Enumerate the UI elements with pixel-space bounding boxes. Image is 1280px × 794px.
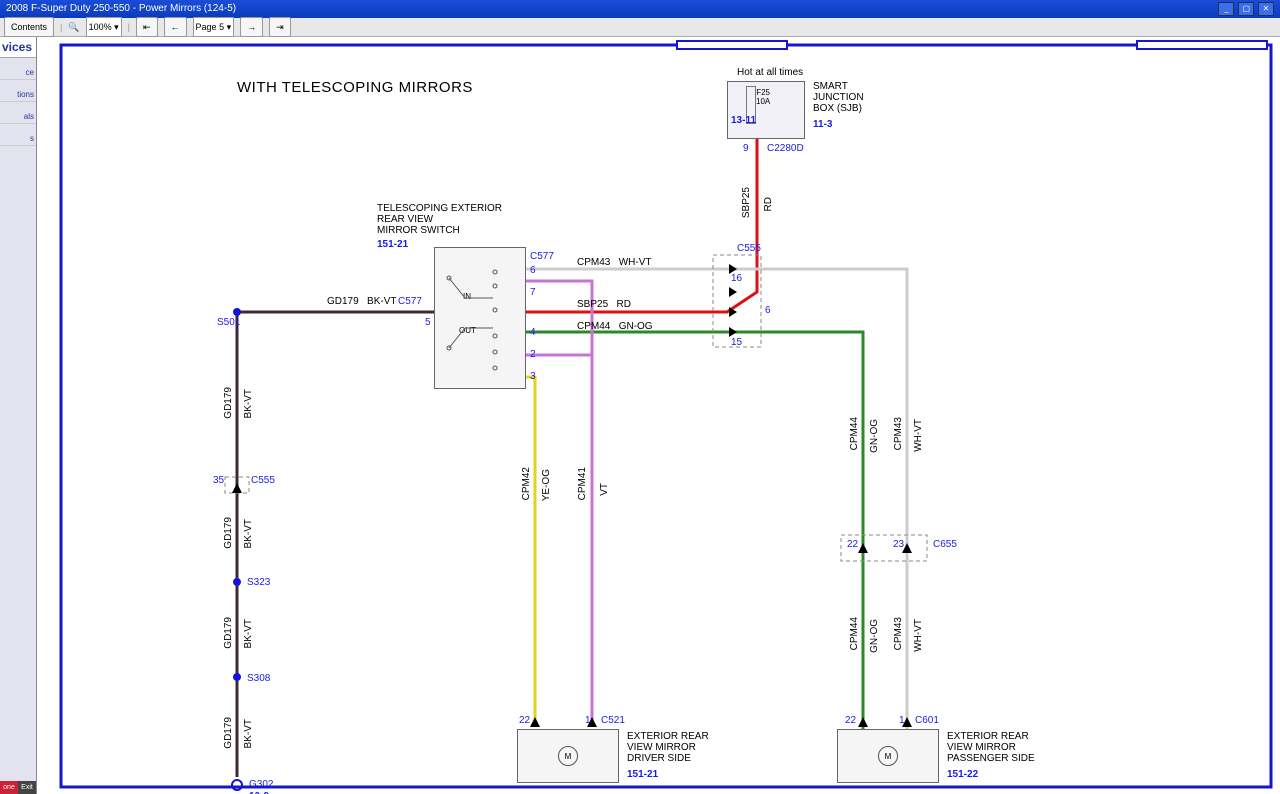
motor-icon: M [558,746,578,766]
switch-ref: 151-21 [377,239,408,250]
ckt-gnog-v2: GN-OG [869,619,880,653]
pin-22b: 22 [845,715,856,726]
ckt-whvt-v2: WH-VT [913,619,924,652]
window-titlebar: 2008 F-Super Duty 250-550 - Power Mirror… [0,0,1280,18]
ckt-yeog-v: YE-OG [541,469,552,501]
pin-9: 9 [743,143,749,154]
hot-label: Hot at all times [737,67,803,78]
sidebar-item[interactable]: ce [0,58,36,80]
ckt-cpm44-gnog: CPM44 GN-OG [577,321,653,332]
ckt-cpm41-v: CPM41 [577,467,588,500]
ground-g302: G302 [249,779,273,790]
ckt-rd-v: RD [763,197,774,211]
ckt-bkvt-v3: BK-VT [243,619,254,648]
maximize-button[interactable]: ▢ [1238,2,1254,16]
pin-22c: 22 [847,539,858,550]
pin-5: 5 [425,317,431,328]
passenger-mirror-name: EXTERIOR REAR VIEW MIRROR PASSENGER SIDE [947,731,1035,764]
conn-c555b: C555 [251,475,275,486]
ckt-sbp25-v: SBP25 [741,187,752,218]
prev-page-button[interactable]: ⇤ [136,17,158,37]
ckt-sbp25-rd: SBP25 RD [577,299,631,310]
back-button[interactable]: ← [164,17,187,37]
pin-1: 1 [585,715,591,726]
sjb-name: SMART JUNCTION BOX (SJB) [813,81,864,114]
sidebar-item[interactable]: s [0,124,36,146]
sjb-ref1: 13-11 [731,115,756,126]
splice-s308: S308 [247,673,270,684]
ckt-cpm43-v2: CPM43 [893,617,904,650]
pin-35: 35 [213,475,224,486]
minimize-button[interactable]: _ [1218,2,1234,16]
pin-2: 2 [530,349,536,360]
ckt-bkvt-v2: BK-VT [243,519,254,548]
fuse-label: F25 10A [756,88,770,106]
pin-15: 15 [731,337,742,348]
conn-c555: C555 [737,243,761,254]
sidebar-item[interactable]: tions [0,80,36,102]
splice-s323: S323 [247,577,270,588]
pin-6b: 6 [765,305,771,316]
zoom-glass-icon[interactable]: 🔍 [68,18,79,36]
window-buttons: _ ▢ ✕ [1217,0,1274,18]
close-button[interactable]: ✕ [1258,2,1274,16]
conn-c577: C577 [530,251,554,262]
conn-c2280d: C2280D [767,143,804,154]
ckt-gnog-v: GN-OG [869,419,880,453]
mirror-switch-box: IN OUT [434,247,526,389]
conn-c521: C521 [601,715,625,726]
splice-s501: S501 [217,317,240,328]
switch-name: TELESCOPING EXTERIOR REAR VIEW MIRROR SW… [377,203,502,236]
ckt-gd179-v4: GD179 [223,717,234,749]
ckt-bkvt-v1: BK-VT [243,389,254,418]
ckt-cpm44-v: CPM44 [849,417,860,450]
ckt-cpm42-v: CPM42 [521,467,532,500]
diagram-title: WITH TELESCOPING MIRRORS [237,79,473,96]
conn-c655: C655 [933,539,957,550]
sjb-box: F25 10A [727,81,805,139]
pin-3: 3 [530,371,536,382]
ckt-bkvt-v4: BK-VT [243,719,254,748]
next-page-button[interactable]: ⇥ [269,17,291,37]
pin-4: 4 [530,327,536,338]
sidebar-brand: vices [0,37,36,58]
pin-7: 7 [530,287,536,298]
ckt-cpm43-v: CPM43 [893,417,904,450]
pin-6: 6 [530,265,536,276]
pin-23: 23 [893,539,904,550]
motor-icon: M [878,746,898,766]
page-select[interactable]: Page 5 ▾ [193,17,235,37]
ckt-whvt-v: WH-VT [913,419,924,452]
conn-c601: C601 [915,715,939,726]
zoom-select[interactable]: 100% ▾ [86,17,122,37]
switch-symbol-icon [435,248,525,388]
sidebar-home-button[interactable]: one [0,781,18,794]
toolbar: Contents | 🔍 100% ▾ | ⇤ ← Page 5 ▾ → ⇥ [0,18,1280,37]
ckt-gd179-v2: GD179 [223,517,234,549]
driver-mirror-box: M [517,729,619,783]
ckt-gd179-v1: GD179 [223,387,234,419]
ckt-gd179-bkvt: GD179 BK-VT [327,296,396,307]
contents-button[interactable]: Contents [4,17,54,37]
sjb-ref2: 11-3 [813,119,832,130]
driver-mirror-ref: 151-21 [627,769,658,780]
pin-16: 16 [731,273,742,284]
sidebar-exit-button[interactable]: Exit [18,781,36,794]
sidebar-item[interactable]: als [0,102,36,124]
sidebar: vices ce tions als s one Exit [0,37,37,794]
fwd-button[interactable]: → [240,17,263,37]
ckt-gd179-v3: GD179 [223,617,234,649]
conn-c577b: C577 [398,296,422,307]
window-title: 2008 F-Super Duty 250-550 - Power Mirror… [6,0,236,18]
ckt-cpm43-whvt: CPM43 WH-VT [577,257,651,268]
pin-22: 22 [519,715,530,726]
ckt-vt-v: VT [599,483,610,496]
passenger-mirror-ref: 151-22 [947,769,978,780]
ckt-cpm44-v2: CPM44 [849,617,860,650]
wiring-diagram: WITH TELESCOPING MIRRORS F25 10A Hot at … [37,37,1280,794]
passenger-mirror-box: M [837,729,939,783]
pin-1b: 1 [899,715,905,726]
driver-mirror-name: EXTERIOR REAR VIEW MIRROR DRIVER SIDE [627,731,709,764]
